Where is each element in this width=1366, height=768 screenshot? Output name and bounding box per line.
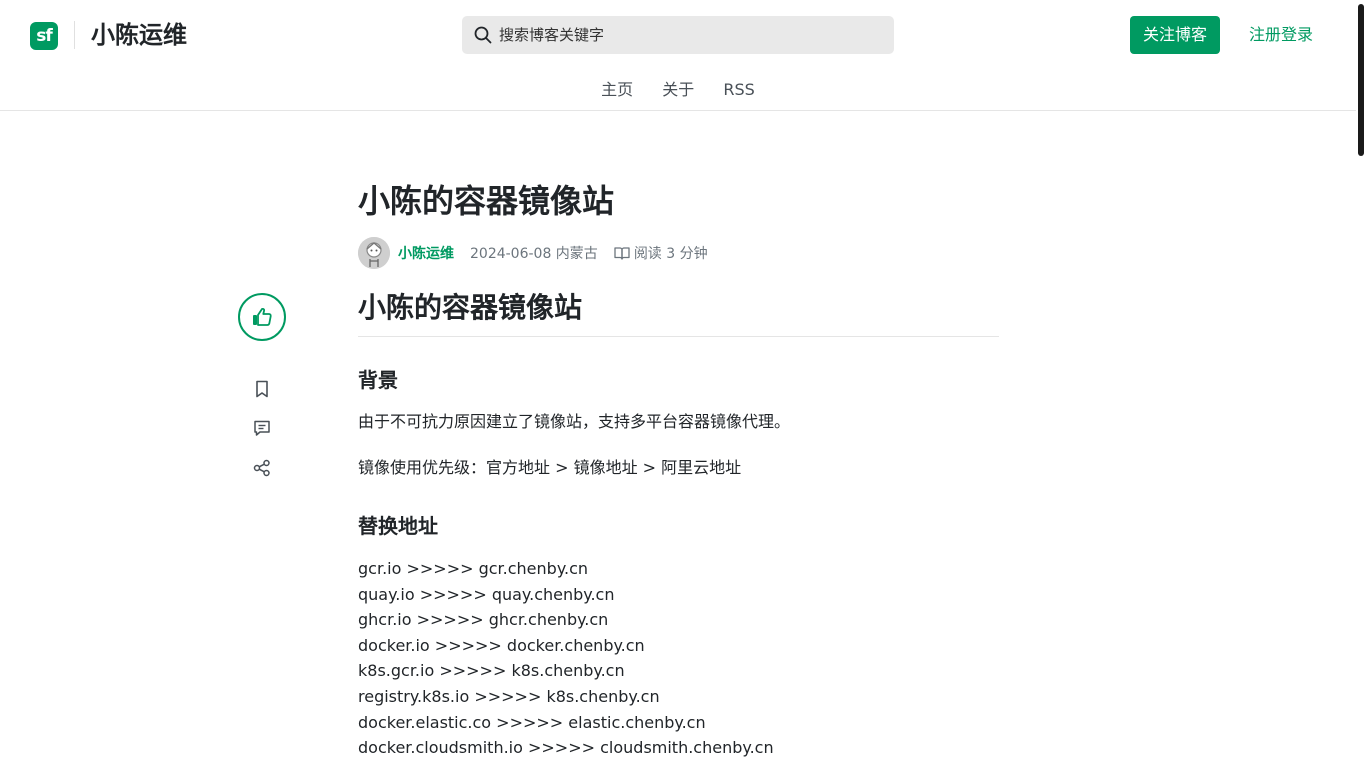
read-time: 阅读 3 分钟 (614, 243, 708, 263)
mapping-line: docker.cloudsmith.io >>>>> cloudsmith.ch… (358, 738, 774, 758)
author-name[interactable]: 小陈运维 (398, 243, 454, 263)
mapping-line: registry.k8s.io >>>>> k8s.chenby.cn (358, 686, 660, 706)
avatar-icon (358, 237, 390, 269)
share-icon (253, 459, 270, 477)
search-input[interactable] (499, 16, 879, 54)
comment-button[interactable] (238, 416, 286, 440)
sf-logo[interactable]: sf (30, 22, 58, 50)
mapping-line: docker.elastic.co >>>>> elastic.chenby.c… (358, 712, 706, 732)
nav-item-about[interactable]: 关于 (662, 78, 694, 102)
share-button[interactable] (238, 456, 286, 480)
thumbs-up-icon (253, 307, 272, 326)
read-time-label: 阅读 3 分钟 (633, 246, 708, 262)
article-action-bar (238, 293, 286, 480)
mapping-line: ghcr.io >>>>> ghcr.chenby.cn (358, 610, 609, 630)
follow-blog-button[interactable]: 关注博客 (1130, 16, 1220, 54)
mapping-line: k8s.gcr.io >>>>> k8s.chenby.cn (358, 661, 625, 681)
author-avatar[interactable] (358, 237, 390, 269)
mapping-list: gcr.io >>>>> gcr.chenby.cn quay.io >>>>>… (358, 556, 999, 761)
nav-item-home[interactable]: 主页 (601, 78, 633, 102)
section-heading-replace: 替换地址 (358, 514, 438, 538)
search-box[interactable] (462, 16, 894, 54)
book-icon (614, 247, 630, 260)
scrollbar-thumb[interactable] (1358, 4, 1364, 156)
bookmark-button[interactable] (238, 377, 286, 401)
article: 小陈的容器镜像站 小陈运维 2024-06-08 内蒙古 阅读 3 分钟 小陈的… (358, 170, 999, 761)
like-button[interactable] (238, 293, 286, 341)
search-icon (474, 26, 492, 44)
logo-divider (74, 21, 75, 49)
nav-item-rss[interactable]: RSS (723, 78, 754, 102)
article-meta: 小陈运维 2024-06-08 内蒙古 阅读 3 分钟 (358, 236, 999, 270)
blog-name[interactable]: 小陈运维 (91, 18, 187, 52)
article-title: 小陈的容器镜像站 (358, 182, 615, 220)
content-heading: 小陈的容器镜像站 (358, 290, 999, 337)
register-login-link[interactable]: 注册登录 (1249, 24, 1313, 46)
mapping-line: docker.io >>>>> docker.chenby.cn (358, 635, 645, 655)
mapping-line: quay.io >>>>> quay.chenby.cn (358, 584, 615, 604)
paragraph-priority: 镜像使用优先级：官方地址 > 镜像地址 > 阿里云地址 (358, 458, 742, 477)
mapping-line: gcr.io >>>>> gcr.chenby.cn (358, 559, 589, 578)
paragraph-intro: 由于不可抗力原因建立了镜像站，支持多平台容器镜像代理。 (358, 412, 791, 431)
bookmark-icon (256, 380, 268, 398)
comment-icon (254, 420, 270, 436)
publish-date-location: 2024-06-08 内蒙古 (470, 246, 598, 262)
section-heading-background: 背景 (358, 368, 398, 392)
blog-nav: 主页 关于 RSS (0, 78, 1356, 102)
site-header: sf 小陈运维 关注博客 注册登录 主页 关于 RSS (0, 0, 1356, 111)
